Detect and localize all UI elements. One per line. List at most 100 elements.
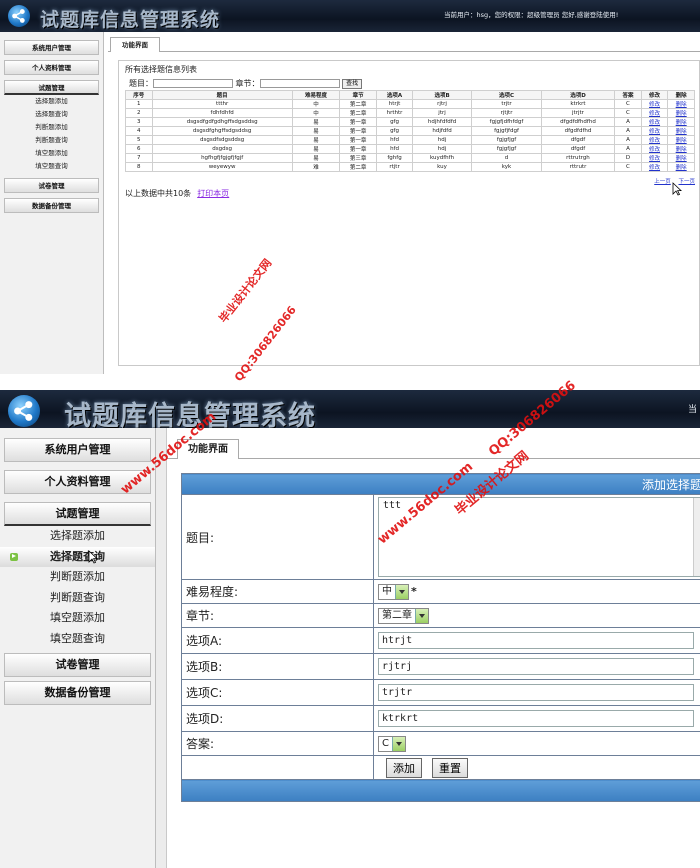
textarea-scrollbar[interactable]	[693, 498, 700, 576]
delete-link[interactable]: 删除	[676, 165, 687, 171]
edit-link[interactable]: 修改	[649, 147, 660, 153]
column-header: 选项B	[411, 90, 473, 100]
arrow-right-icon	[10, 552, 18, 561]
delete-link[interactable]: 删除	[676, 156, 687, 162]
table-cell: fgjgfjgf	[471, 144, 542, 154]
table-cell: dsgsdfsdgsddsg	[151, 135, 293, 145]
table-cell: 第一章	[339, 144, 378, 154]
delete-link[interactable]: 删除	[676, 102, 687, 108]
table-cell: jtrj	[411, 108, 473, 118]
tab-function[interactable]: 功能界面	[110, 37, 160, 52]
table-cell: 修改	[640, 108, 669, 118]
option-b-input[interactable]: rjtrj	[378, 658, 694, 675]
sidebar-item-fill-query[interactable]: 填空题查询	[0, 629, 155, 650]
table-row: 6 dsgdsg 易第一章 hfd hdj fgjgfjgf dfgdf A 修改 删除	[125, 144, 695, 154]
table-cell: 易	[291, 135, 341, 145]
option-d-input[interactable]: ktrkrt	[378, 710, 694, 727]
app-logo-icon	[8, 395, 40, 427]
sidebar-item-fill-add[interactable]: 填空题添加	[0, 608, 155, 629]
tab-divider	[167, 458, 700, 459]
delete-link[interactable]: 删除	[676, 138, 687, 144]
sidebar-section-questions[interactable]: 试题管理	[4, 502, 151, 526]
level-select[interactable]: 中	[378, 583, 409, 600]
table-cell: A	[614, 144, 642, 154]
option-c-input[interactable]: trjtr	[378, 684, 694, 701]
title-value: ttt	[383, 500, 402, 511]
sidebar-section-users[interactable]: 系统用户管理	[4, 438, 151, 462]
table-cell: hdj	[411, 135, 473, 145]
search-title-input[interactable]	[153, 79, 233, 88]
sidebar-section-papers[interactable]: 试卷管理	[4, 653, 151, 677]
table-cell: 修改	[640, 144, 669, 154]
sidebar-section-questions[interactable]: 试题管理	[4, 80, 99, 95]
sidebar-section-users[interactable]: 系统用户管理	[4, 40, 99, 55]
table-cell: 易	[291, 153, 341, 163]
sidebar-item-choice-query[interactable]: 选择题查询	[0, 108, 103, 121]
table-cell: hdjfdfd	[411, 126, 473, 136]
table-cell: 删除	[667, 135, 695, 145]
sidebar-item-judge-query[interactable]: 判断题查询	[0, 134, 103, 147]
column-header: 题目	[151, 90, 293, 100]
chapter-select[interactable]: 第二章	[378, 607, 429, 624]
sidebar: 系统用户管理 个人资料管理 试题管理 选择题添加 选择题查询 判断题添加 判断题…	[0, 428, 156, 868]
print-page-link[interactable]: 打印本页	[197, 189, 229, 198]
sidebar-item-judge-query[interactable]: 判断题查询	[0, 588, 155, 609]
add-question-form: 添加选择题 题目: ttt 难易程度: 中 * 章节: 第二章 选项A: htrj…	[181, 473, 700, 802]
sidebar-item-judge-add[interactable]: 判断题添加	[0, 121, 103, 134]
sidebar-section-profile[interactable]: 个人资料管理	[4, 60, 99, 75]
sidebar-item-choice-query[interactable]: 选择题查询	[0, 546, 155, 567]
table-cell: d	[471, 153, 542, 163]
table-cell: dfgdfdfhd	[540, 126, 616, 136]
search-button[interactable]: 查找	[342, 78, 363, 89]
table-cell: 易	[291, 144, 341, 154]
reset-button[interactable]: 重置	[432, 757, 468, 778]
table-cell: 中	[291, 99, 341, 109]
answer-select[interactable]: C	[378, 735, 406, 752]
delete-link[interactable]: 删除	[676, 120, 687, 126]
table-cell: rtjtr	[376, 162, 413, 172]
sidebar-section-backup[interactable]: 数据备份管理	[4, 198, 99, 213]
table-cell: dsgsdfghgffsdgsddsg	[151, 126, 293, 136]
mouse-cursor-icon	[672, 182, 682, 196]
add-button[interactable]: 添加	[386, 757, 422, 778]
delete-link[interactable]: 删除	[676, 111, 687, 117]
search-chapter-input[interactable]	[259, 79, 340, 88]
delete-link[interactable]: 删除	[676, 147, 687, 153]
user-status: 当	[688, 405, 698, 415]
sidebar-item-fill-query[interactable]: 填空题查询	[0, 160, 103, 173]
edit-link[interactable]: 修改	[649, 120, 660, 126]
edit-link[interactable]: 修改	[649, 102, 660, 108]
sidebar-section-backup[interactable]: 数据备份管理	[4, 681, 151, 705]
table-cell: C	[614, 108, 642, 118]
add-screen: 试题库信息管理系统 当 系统用户管理 个人资料管理 试题管理 选择题添加 选择题…	[0, 390, 700, 868]
option-a-input[interactable]: htrjt	[378, 632, 694, 649]
sidebar-item-choice-add[interactable]: 选择题添加	[0, 526, 155, 547]
column-header: 删除	[667, 90, 695, 100]
table-cell: kuy	[411, 162, 473, 172]
table-cell: gfg	[376, 117, 413, 127]
sidebar-item-judge-add[interactable]: 判断题添加	[0, 567, 155, 588]
sidebar-section-papers[interactable]: 试卷管理	[4, 178, 99, 193]
sidebar-item-choice-add[interactable]: 选择题添加	[0, 95, 103, 108]
table-cell: dfgdfdfhdfhd	[540, 117, 616, 127]
table-cell: dfgdf	[540, 135, 616, 145]
delete-link[interactable]: 删除	[676, 129, 687, 135]
prev-page-link[interactable]: 上一页	[654, 179, 671, 185]
table-cell: A	[614, 135, 642, 145]
app-title: 试题库信息管理系统	[64, 401, 316, 428]
edit-link[interactable]: 修改	[649, 156, 660, 162]
edit-link[interactable]: 修改	[649, 165, 660, 171]
table-row: 7 hgfhgfjfgjgfjfgjf 易第三章 fghfg kuydfhfh d rttr…	[125, 153, 695, 163]
table-row: 1 ttthr 中第二章 htrjt rjtrj trjtr ktrkrt C 修改 删除	[125, 99, 695, 109]
table-cell: rttrutrgh	[540, 153, 616, 163]
option-b-label: 选项B:	[181, 653, 374, 680]
table-cell: 第一章	[339, 126, 378, 136]
edit-link[interactable]: 修改	[649, 129, 660, 135]
column-header: 章节	[339, 90, 378, 100]
answer-label: 答案:	[181, 731, 374, 756]
edit-link[interactable]: 修改	[649, 111, 660, 117]
sidebar-item-fill-add[interactable]: 填空题添加	[0, 147, 103, 160]
edit-link[interactable]: 修改	[649, 138, 660, 144]
table-cell: 第三章	[339, 153, 378, 163]
title-label: 题目:	[181, 494, 374, 580]
